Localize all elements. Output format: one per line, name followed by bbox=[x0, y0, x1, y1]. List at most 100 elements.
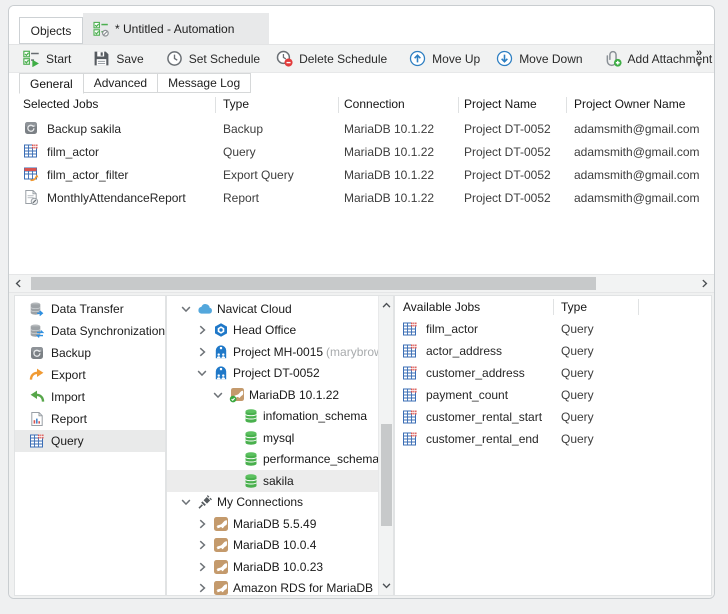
tree-item-mariadb-10-0-4[interactable]: MariaDB 10.0.4 bbox=[167, 535, 378, 557]
category-label: Data Synchronization bbox=[51, 324, 165, 338]
list-item[interactable]: payment_count Query bbox=[395, 384, 711, 406]
chevron-right-icon[interactable] bbox=[195, 345, 209, 359]
column-divider bbox=[215, 97, 216, 113]
move-up-button[interactable]: Move Up bbox=[401, 47, 488, 71]
job-project-owner: adamsmith@gmail.com bbox=[574, 191, 700, 205]
tree-item-mariadb-5-5-49[interactable]: MariaDB 5.5.49 bbox=[167, 513, 378, 535]
chevron-right-icon[interactable] bbox=[195, 538, 209, 552]
tree-item-label: My Connections bbox=[217, 495, 303, 509]
list-item[interactable]: actor_address Query bbox=[395, 340, 711, 362]
backup-icon bbox=[23, 120, 39, 136]
chevron-down-icon[interactable] bbox=[211, 388, 225, 402]
job-project-name: Project DT-0052 bbox=[464, 168, 551, 182]
chevron-down-icon[interactable] bbox=[195, 366, 209, 380]
tree-item-my-connections[interactable]: My Connections bbox=[167, 492, 378, 514]
toolbar: Start Save Set Schedule Delete Schedule … bbox=[9, 44, 714, 73]
job-name: customer_address bbox=[426, 366, 525, 380]
list-item[interactable]: customer_rental_start Query bbox=[395, 406, 711, 428]
save-label: Save bbox=[116, 52, 143, 66]
scroll-left-icon[interactable] bbox=[13, 278, 24, 289]
table-row[interactable]: film_actor_filter Export Query MariaDB 1… bbox=[9, 163, 714, 186]
tab-untitled-automation[interactable]: * Untitled - Automation bbox=[83, 13, 269, 44]
arrow-down-circle-icon bbox=[496, 50, 513, 67]
chevron-down-icon[interactable] bbox=[179, 302, 193, 316]
tree-item-navicat-cloud[interactable]: Navicat Cloud bbox=[167, 298, 378, 320]
move-down-button[interactable]: Move Down bbox=[488, 47, 590, 71]
start-button[interactable]: Start bbox=[15, 47, 79, 71]
arrow-up-circle-icon bbox=[409, 50, 426, 67]
horizontal-scrollbar-thumb[interactable] bbox=[31, 277, 596, 290]
move-down-label: Move Down bbox=[519, 52, 582, 66]
category-data-transfer[interactable]: Data Transfer bbox=[15, 298, 165, 320]
vertical-scrollbar[interactable] bbox=[378, 296, 393, 595]
category-query[interactable]: Query bbox=[15, 430, 165, 452]
tree-item-infomation-schema[interactable]: infomation_schema bbox=[167, 406, 378, 428]
table-row[interactable]: Backup sakila Backup MariaDB 10.1.22 Pro… bbox=[9, 117, 714, 140]
job-project-owner: adamsmith@gmail.com bbox=[574, 168, 700, 182]
tab-objects[interactable]: Objects bbox=[19, 17, 83, 44]
backup-icon bbox=[29, 345, 45, 361]
list-item[interactable]: film_actor Query bbox=[395, 318, 711, 340]
data-transfer-icon bbox=[29, 301, 45, 317]
tree-item-project-dt-0052[interactable]: Project DT-0052 bbox=[167, 363, 378, 385]
vertical-scrollbar-thumb[interactable] bbox=[381, 424, 392, 526]
tree-indent-spacer bbox=[227, 474, 241, 488]
tree-item-amazon-rds-for-mariadb[interactable]: Amazon RDS for MariaDB bbox=[167, 578, 378, 596]
chevron-right-icon[interactable] bbox=[195, 517, 209, 531]
mariadb-icon bbox=[213, 559, 229, 575]
document-tab-bar: Objects * Untitled - Automation bbox=[9, 6, 714, 44]
col-selected-jobs: Selected Jobs bbox=[23, 97, 98, 111]
toolbar-overflow-button[interactable]: » ▾ bbox=[691, 48, 707, 70]
tree-item-head-office[interactable]: Head Office bbox=[167, 320, 378, 342]
category-import[interactable]: Import bbox=[15, 386, 165, 408]
job-type: Query bbox=[561, 322, 594, 336]
job-type: Query bbox=[223, 145, 256, 159]
delete-schedule-button[interactable]: Delete Schedule bbox=[268, 47, 395, 71]
connection-tree: Navicat Cloud Head Office Project MH-001… bbox=[167, 296, 378, 595]
tab-general[interactable]: General bbox=[19, 73, 84, 94]
overflow-chevrons: » bbox=[691, 48, 707, 59]
category-label: Backup bbox=[51, 346, 91, 360]
head-office-icon bbox=[213, 322, 229, 338]
tree-item-performance-schema[interactable]: performance_schema bbox=[167, 449, 378, 471]
category-label: Data Transfer bbox=[51, 302, 124, 316]
tree-item-mysql[interactable]: mysql bbox=[167, 427, 378, 449]
list-item[interactable]: customer_address Query bbox=[395, 362, 711, 384]
tree-item-sakila[interactable]: sakila bbox=[167, 470, 378, 492]
set-schedule-button[interactable]: Set Schedule bbox=[158, 47, 268, 71]
chevron-right-icon[interactable] bbox=[195, 323, 209, 337]
job-connection: MariaDB 10.1.22 bbox=[344, 191, 434, 205]
tab-message-log[interactable]: Message Log bbox=[157, 73, 251, 93]
table-row[interactable]: MonthlyAttendanceReport Report MariaDB 1… bbox=[9, 186, 714, 209]
tree-item-label: MariaDB 10.1.22 bbox=[249, 388, 339, 402]
job-name: film_actor bbox=[426, 322, 478, 336]
scroll-up-icon[interactable] bbox=[381, 300, 392, 311]
category-backup[interactable]: Backup bbox=[15, 342, 165, 364]
tree-item-mariadb-10-0-23[interactable]: MariaDB 10.0.23 bbox=[167, 556, 378, 578]
job-name: film_actor_filter bbox=[47, 168, 128, 182]
save-button[interactable]: Save bbox=[85, 47, 151, 71]
chevron-right-icon[interactable] bbox=[195, 581, 209, 595]
job-type: Query bbox=[561, 344, 594, 358]
tree-item-project-mh-0015[interactable]: Project MH-0015 (marybrow bbox=[167, 341, 378, 363]
scroll-right-icon[interactable] bbox=[699, 278, 710, 289]
report-icon bbox=[23, 189, 39, 205]
category-export[interactable]: Export bbox=[15, 364, 165, 386]
tab-advanced[interactable]: Advanced bbox=[83, 73, 158, 93]
chevron-down-icon[interactable] bbox=[179, 495, 193, 509]
category-label: Report bbox=[51, 412, 87, 426]
tab-objects-label: Objects bbox=[31, 24, 72, 38]
automation-icon bbox=[93, 21, 109, 37]
chevron-right-icon[interactable] bbox=[195, 560, 209, 574]
horizontal-scrollbar[interactable] bbox=[9, 274, 714, 293]
table-row[interactable]: film_actor Query MariaDB 10.1.22 Project… bbox=[9, 140, 714, 163]
data-sync-icon bbox=[29, 323, 45, 339]
tree-item-mariadb-10-1-22[interactable]: MariaDB 10.1.22 bbox=[167, 384, 378, 406]
scroll-down-icon[interactable] bbox=[381, 580, 392, 591]
job-type: Query bbox=[561, 366, 594, 380]
plug-icon bbox=[197, 494, 213, 510]
list-item[interactable]: customer_rental_end Query bbox=[395, 428, 711, 450]
tab-advanced-label: Advanced bbox=[94, 76, 147, 90]
category-data-synchronization[interactable]: Data Synchronization bbox=[15, 320, 165, 342]
category-report[interactable]: Report bbox=[15, 408, 165, 430]
